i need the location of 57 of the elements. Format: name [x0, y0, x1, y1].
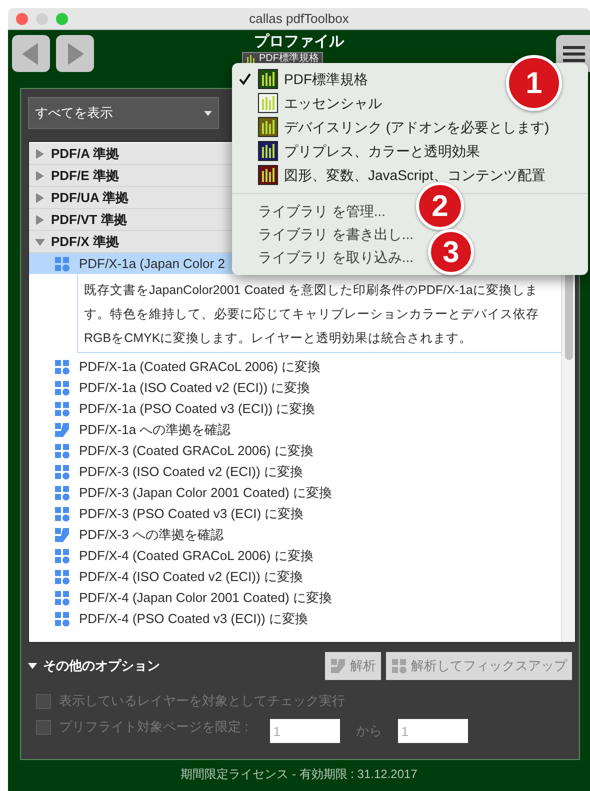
library-icon [258, 93, 278, 113]
library-icon [258, 141, 278, 161]
fixup-profile-icon [391, 658, 407, 674]
profile-item[interactable]: PDF/X-1a (PSO Coated v3 (ECI)) に変換 [29, 398, 561, 419]
window-title: callas pdfToolbox [249, 10, 349, 28]
fixup-profile-icon [54, 548, 70, 564]
profile-item[interactable]: PDF/X-1a (ISO Coated v2 (ECI)) に変換 [29, 377, 561, 398]
options-toggle[interactable]: その他のオプション [28, 656, 160, 676]
filter-dropdown[interactable]: すべてを表示 [28, 97, 219, 129]
checkbox-label: プリフライト対象ページを限定 : [59, 718, 248, 736]
close-button[interactable] [16, 13, 28, 25]
menu-item[interactable]: エッセンシャル [232, 91, 386, 115]
fixup-profile-icon [54, 442, 70, 458]
menu-item[interactable]: デバイスリンク (アドオンを必要とします) [232, 115, 554, 139]
check-profile-icon [54, 422, 70, 438]
fixup-profile-icon [54, 590, 70, 606]
menu-item[interactable]: ライブラリ を書き出し... [258, 223, 414, 246]
menu-item[interactable]: ライブラリ を管理... [258, 200, 386, 223]
fixup-profile-icon [54, 484, 70, 500]
profile-item[interactable]: PDF/X-4 (PSO Coated v3 (ECI)) に変換 [29, 608, 561, 629]
zoom-button[interactable] [56, 13, 68, 25]
profile-item[interactable]: PDF/X-4 (Japan Color 2001 Coated) に変換 [29, 587, 561, 608]
profile-item[interactable]: PDF/X-4 (ISO Coated v2 (ECI)) に変換 [29, 566, 561, 587]
menu-item[interactable]: ライブラリ を取り込み... [258, 246, 414, 269]
fixup-profile-icon [54, 400, 70, 416]
profile-item[interactable]: PDF/X-3 (Coated GRACoL 2006) に変換 [29, 440, 561, 461]
menu-item[interactable]: PDF標準規格 [232, 67, 372, 91]
check-profile-icon [54, 526, 70, 542]
profile-item[interactable]: PDF/X-4 (Coated GRACoL 2006) に変換 [29, 545, 561, 566]
forward-button[interactable] [56, 35, 94, 72]
profile-item[interactable]: PDF/X-3 (Japan Color 2001 Coated) に変換 [29, 482, 561, 503]
checkbox-label: 表示しているレイヤーを対象としてチェック実行 [59, 692, 345, 710]
menu-icon [563, 44, 585, 62]
fixup-profile-icon [54, 610, 70, 626]
library-icon [258, 165, 278, 185]
library-icon [258, 69, 278, 89]
fixup-profile-icon [54, 464, 70, 480]
header-title: プロファイル [253, 32, 346, 52]
profile-item[interactable]: PDF/X-1a (Coated GRACoL 2006) に変換 [29, 356, 561, 377]
checkmark-icon [238, 72, 252, 86]
range-label: から [356, 722, 382, 740]
fixup-profile-icon [54, 358, 70, 374]
fixup-profile-icon [54, 256, 70, 272]
menu-item[interactable]: プリプレス、カラーと透明効果 [232, 139, 484, 163]
fixup-profile-icon [54, 568, 70, 584]
profile-item[interactable]: PDF/X-3 への準拠を確認 [29, 524, 561, 545]
profile-item[interactable]: PDF/X-1a への準拠を確認 [29, 419, 561, 440]
profile-item[interactable]: PDF/X-3 (ISO Coated v2 (ECI)) に変換 [29, 461, 561, 482]
caret-icon [204, 110, 212, 116]
fixup-profile-icon [54, 380, 70, 396]
fixup-profile-icon [54, 506, 70, 522]
profile-item[interactable]: PDF/X-3 (PSO Coated v3 (ECI) に変換 [29, 503, 561, 524]
back-button[interactable] [12, 35, 50, 72]
check-profile-icon [330, 658, 346, 674]
library-icon [258, 117, 278, 137]
license-status: 期間限定ライセンス - 有効期限 : 31.12.2017 [180, 766, 418, 783]
profile-description: 既存文書をJapanColor2001 Coated を意図した印刷条件のPDF/X-1aに変換します。特色を維持して、必要に応じてキャリブレーションカラーとデバイス依存RGBをCMYKに変換します。レイヤーと透明効果は統合されます。 [84, 282, 540, 347]
